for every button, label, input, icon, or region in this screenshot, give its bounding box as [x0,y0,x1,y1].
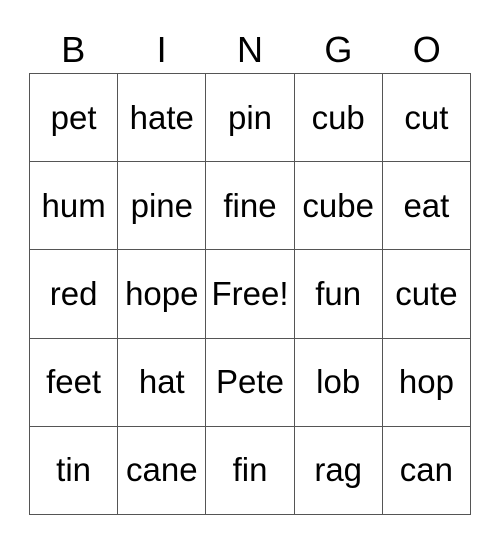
header-letter-g: G [324,29,353,70]
bingo-cell: lob [294,338,383,427]
bingo-cell: pine [118,162,207,251]
bingo-cell: rag [294,426,383,515]
bingo-cell: can [382,426,471,515]
bingo-cell: cane [118,426,207,515]
bingo-cell: cute [382,250,471,339]
bingo-cell: feet [30,338,119,427]
bingo-cell: fine [206,162,295,251]
bingo-cell: hat [118,338,207,427]
header-letter-b: B [61,29,86,70]
bingo-cell: hum [30,162,119,251]
bingo-cell: Pete [206,338,295,427]
header-letter-i: I [156,29,167,70]
bingo-cell: eat [382,162,471,251]
bingo-cell: hop [382,338,471,427]
bingo-grid: pet hate pin cub cut hum pine fine cube eat red hop… [29,73,471,515]
bingo-cell: fun [294,250,383,339]
bingo-cell: pet [30,74,119,163]
bingo-cell: Free! [206,250,295,339]
bingo-header: B I N G O [29,28,471,72]
bingo-cell: pin [206,74,295,163]
header-letter-o: O [412,29,441,70]
bingo-cell: hate [118,74,207,163]
bingo-cell: cub [294,74,383,163]
bingo-cell: hope [118,250,207,339]
bingo-cell: red [30,250,119,339]
bingo-cell: cut [382,74,471,163]
header-letter-n: N [236,29,263,70]
bingo-cell: fin [206,426,295,515]
bingo-cell: cube [294,162,383,251]
bingo-cell: tin [30,426,119,515]
